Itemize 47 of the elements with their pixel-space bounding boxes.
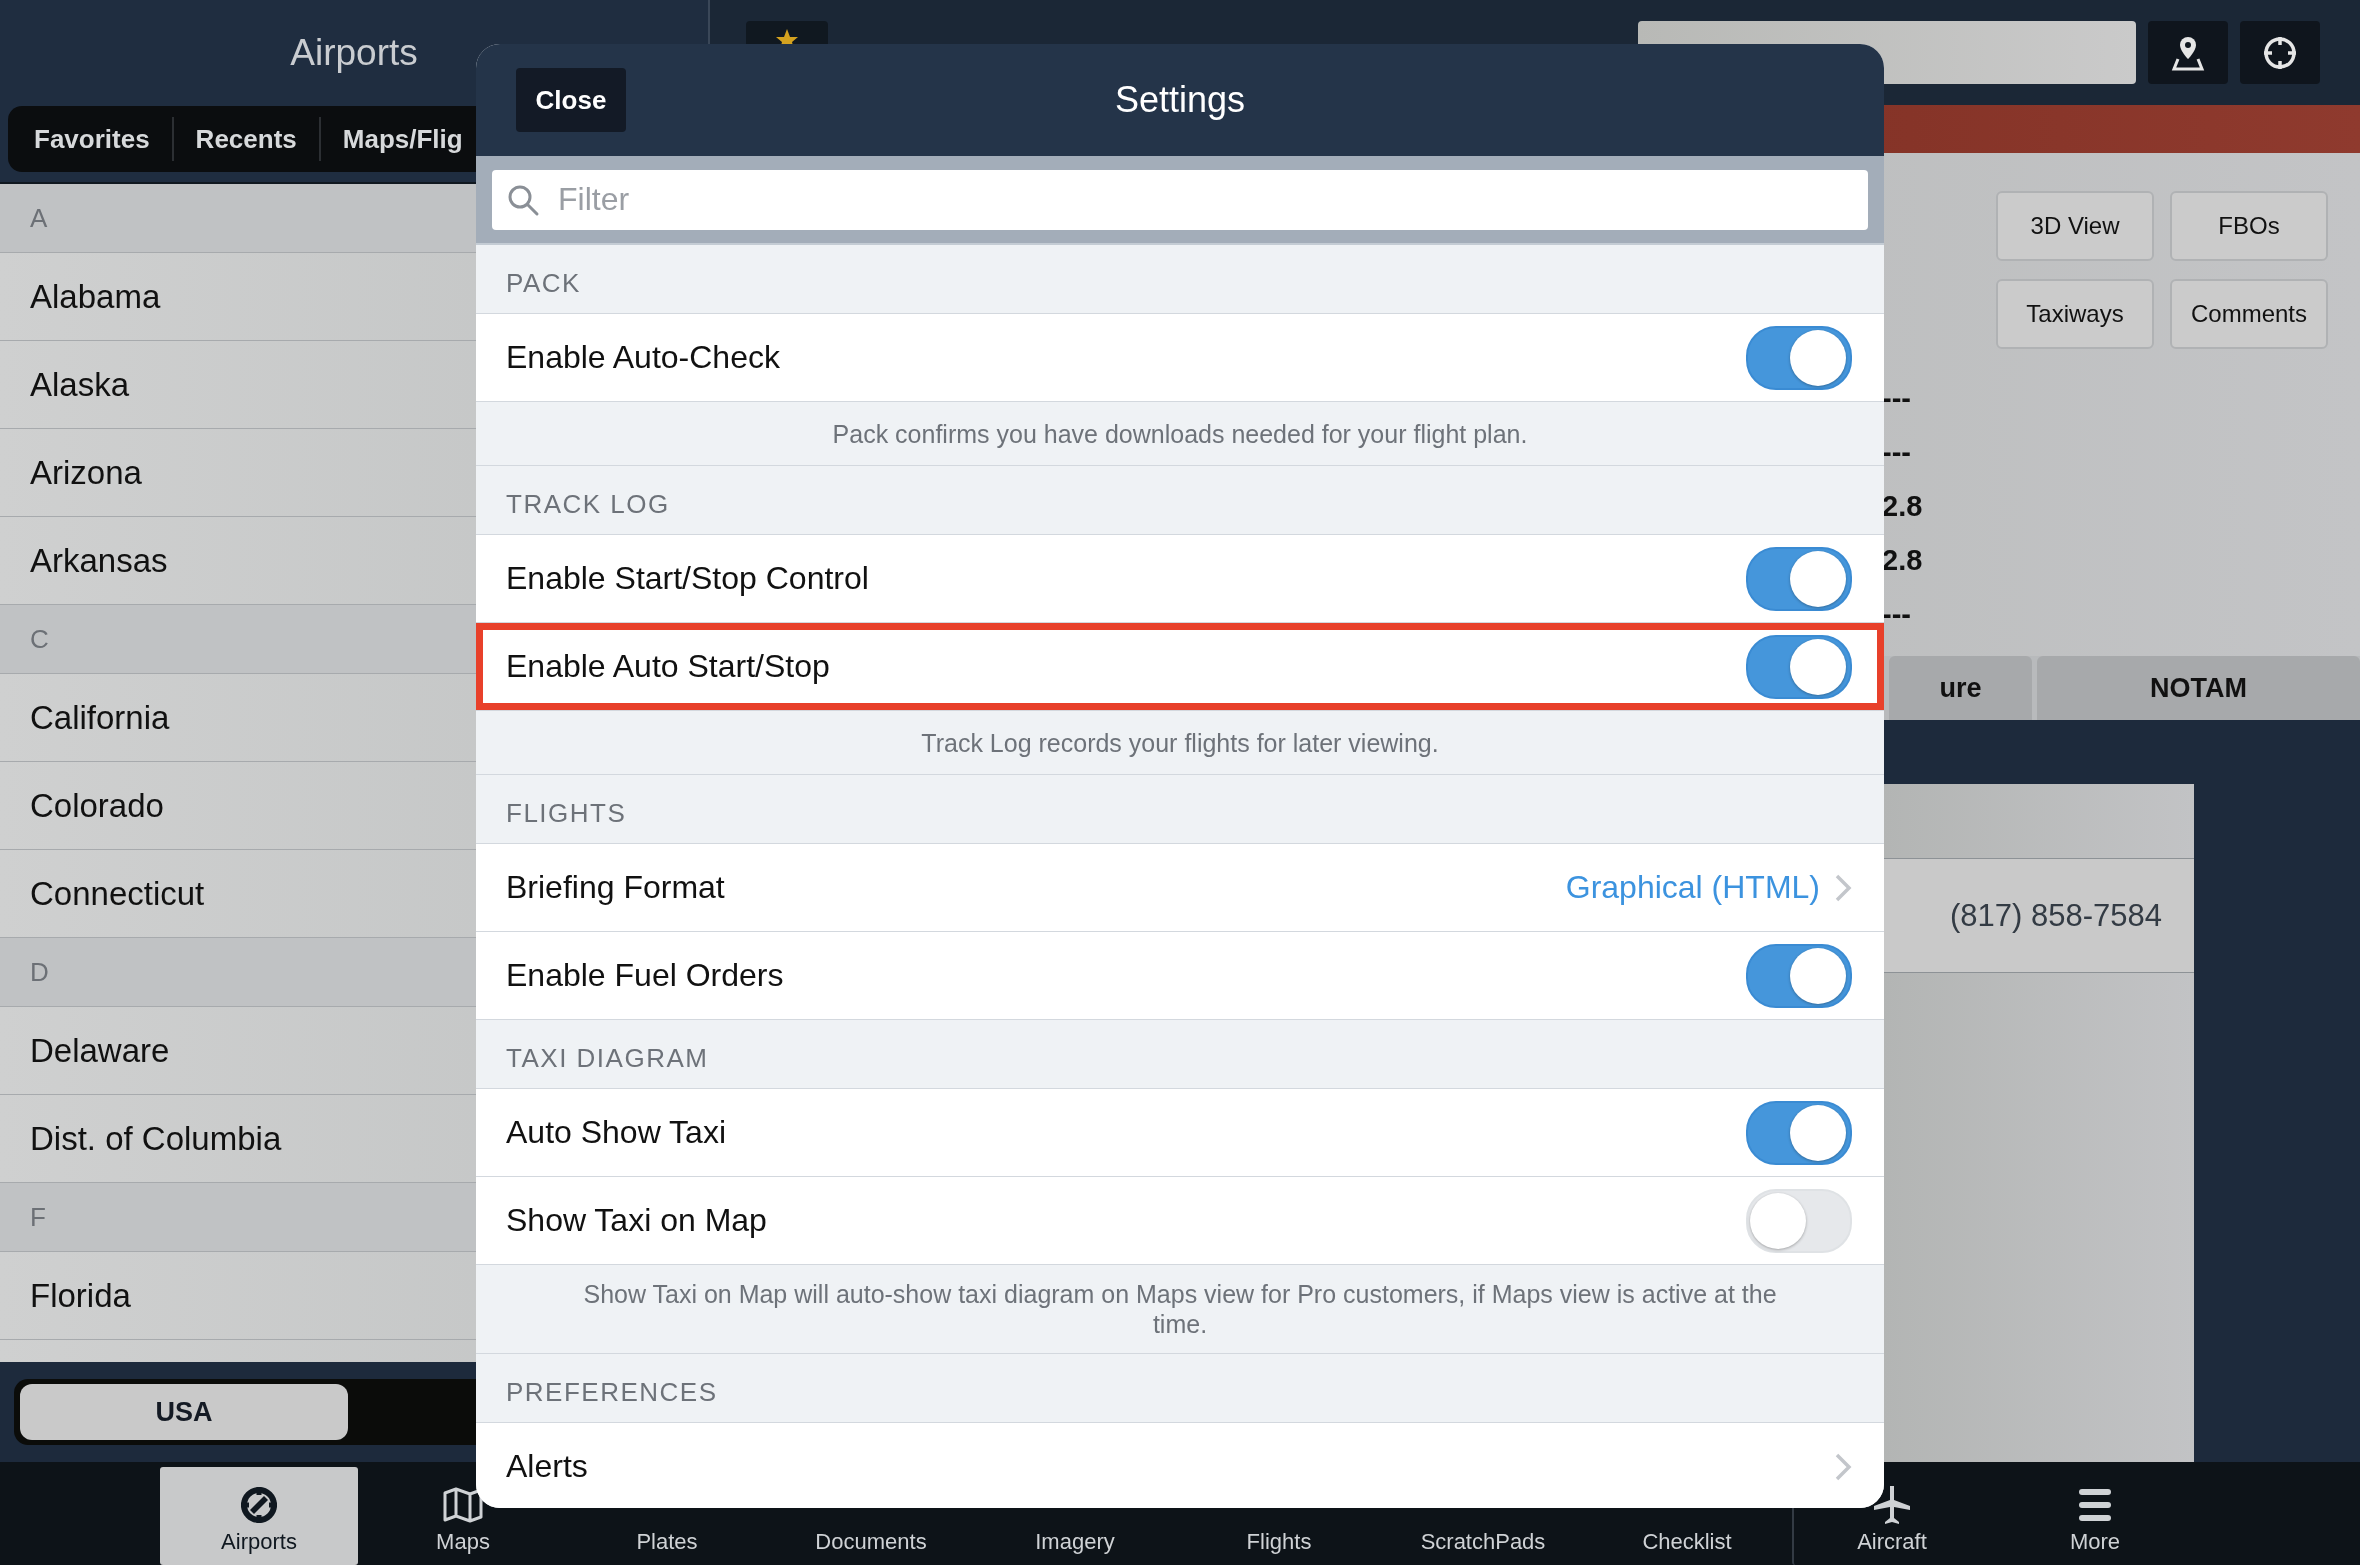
tab-bar-item[interactable]: Airports <box>160 1467 358 1565</box>
detail-button[interactable]: Taxiways <box>1996 279 2154 349</box>
phone-number: (817) 858-7584 <box>1950 897 2162 934</box>
toggle-switch[interactable] <box>1746 943 1852 1008</box>
value-text: --- <box>1882 435 1912 470</box>
value-text: 2.8 <box>1882 489 1924 524</box>
locate-button[interactable] <box>2240 21 2320 84</box>
toggle-switch[interactable] <box>1746 634 1852 699</box>
value-text: --- <box>1882 597 1912 632</box>
section-header: TRACK LOG <box>506 489 670 520</box>
setting-label: Alerts <box>506 1448 589 1485</box>
close-button[interactable]: Close <box>516 68 626 132</box>
settings-row[interactable]: Enable Auto-Check <box>476 314 1884 402</box>
detail-button[interactable]: Comments <box>2170 279 2328 349</box>
dialog-title: Settings <box>1114 79 1246 121</box>
section-header: PACK <box>506 268 581 299</box>
segment-tab[interactable]: Recents <box>173 117 321 161</box>
detail-button[interactable]: 3D View <box>1996 191 2154 261</box>
settings-row[interactable]: Enable Auto Start/Stop <box>476 623 1884 711</box>
tab-bar-item[interactable]: More <box>1996 1467 2194 1565</box>
detail-tab[interactable]: ure <box>1889 656 2032 720</box>
chevron-icon <box>1834 1451 1852 1482</box>
section-header: TAXI DIAGRAM <box>506 1043 709 1074</box>
settings-row[interactable]: Alerts <box>476 1423 1884 1508</box>
settings-row[interactable]: Auto Show Taxi <box>476 1089 1884 1177</box>
detail-button[interactable]: FBOs <box>2170 191 2328 261</box>
region-button[interactable]: USA <box>20 1384 348 1440</box>
section-footer: Track Log records your flights for later viewing. <box>921 727 1439 758</box>
segment-tab[interactable]: Favorites <box>12 117 174 161</box>
section-header: FLIGHTS <box>506 798 627 829</box>
chevron-icon <box>1834 872 1852 903</box>
section-header: PREFERENCES <box>506 1377 718 1408</box>
detail-tab[interactable]: NOTAM <box>2037 656 2360 720</box>
sidebar-title: Airports <box>290 32 418 74</box>
filter-field[interactable]: Filter <box>492 169 1868 230</box>
map-pin-button[interactable] <box>2148 21 2228 84</box>
segment-tab[interactable]: Maps/Flig <box>320 117 485 161</box>
value-text: 2.8 <box>1882 543 1924 578</box>
toggle-switch[interactable] <box>1746 325 1852 390</box>
settings-row[interactable]: Show Taxi on Map <box>476 1177 1884 1265</box>
section-footer: Pack confirms you have downloads needed for your flight plan. <box>832 418 1528 449</box>
toggle-switch[interactable] <box>1746 1100 1852 1165</box>
value-text: --- <box>1882 381 1912 416</box>
settings-row[interactable]: Enable Fuel Orders <box>476 932 1884 1020</box>
toggle-switch[interactable] <box>1746 546 1852 611</box>
settings-row[interactable]: Enable Start/Stop Control <box>476 535 1884 623</box>
settings-row[interactable]: Briefing Format Graphical (HTML) <box>476 844 1884 932</box>
